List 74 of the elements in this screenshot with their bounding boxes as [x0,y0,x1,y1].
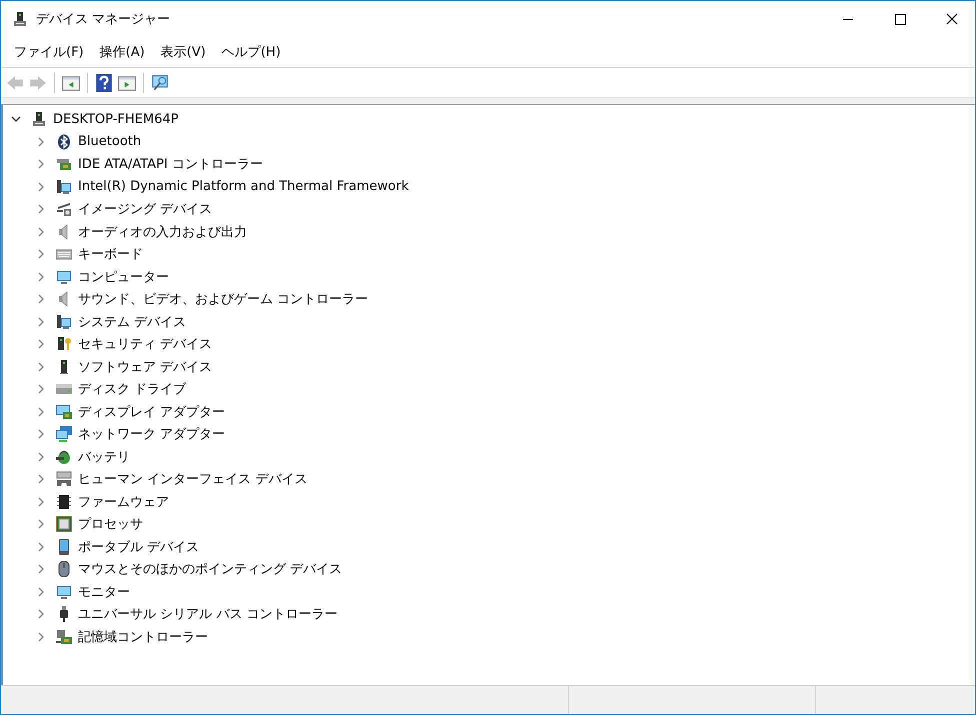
tablet-icon [56,538,72,555]
expand-chevron-icon[interactable] [36,609,46,620]
menu-item[interactable]: 表示(V) [154,43,213,61]
expand-chevron-icon[interactable] [36,339,46,350]
tree-item[interactable]: プロセッサ [78,515,143,534]
tree-item[interactable]: サウンド、ビデオ、およびゲーム コントローラー [78,290,368,308]
tree-item[interactable]: Intel(R) Dynamic Platform and Thermal Framework [78,179,409,194]
window-title: デバイス マネージャー [36,11,170,28]
menu-item[interactable]: ヘルプ(H) [214,43,288,61]
key-icon [56,336,72,352]
expand-chevron-icon[interactable] [36,586,46,597]
tree-item[interactable]: ディスク ドライブ [78,380,186,398]
tree-item[interactable]: DESKTOP-FHEM64P [53,112,178,127]
expand-chevron-icon[interactable] [36,362,46,372]
pane-icon[interactable] [62,74,80,92]
monitor-icon [56,584,72,600]
tree-item[interactable]: ポータブル デバイス [78,538,200,556]
help-icon[interactable] [95,74,113,92]
expand-chevron-icon[interactable] [36,406,46,417]
pane-icon[interactable] [118,74,136,92]
expand-chevron-icon[interactable] [36,519,46,530]
tree-item[interactable]: Bluetooth [78,134,142,150]
expand-chevron-icon[interactable] [36,226,46,237]
tree-item[interactable]: イメージング デバイス [78,200,212,218]
network-icon [56,426,72,442]
computer-icon [56,178,72,195]
expand-chevron-icon[interactable] [36,136,46,147]
computer-icon [56,314,72,330]
mouse-icon [56,561,72,578]
tree-item[interactable]: 記憶域コントローラー [78,628,208,646]
tree-item[interactable]: オーディオの入力および出力 [78,222,247,241]
tree-item[interactable]: キーボード [78,245,143,264]
tree-item[interactable]: ファームウェア [78,492,169,511]
tree-item[interactable]: システム デバイス [78,312,186,331]
drive-board-icon [56,156,72,172]
bluetooth-icon [56,134,72,150]
tree-item[interactable]: セキュリティ デバイス [78,335,212,354]
processor-icon [56,516,72,532]
tree-item[interactable]: IDE ATA/ATAPI コントローラー [78,155,263,174]
expand-chevron-icon[interactable] [36,452,46,462]
expand-chevron-icon[interactable] [36,429,46,440]
menu-item[interactable]: ファイル(F) [7,43,91,61]
expand-chevron-icon[interactable] [36,316,46,327]
menu-item[interactable]: 操作(A) [92,43,152,61]
expand-chevron-icon[interactable] [36,474,46,484]
tree-item[interactable]: コンピューター [78,268,169,286]
display-card-icon [56,404,72,420]
expand-chevron-icon[interactable] [36,542,46,552]
computer-icon [31,111,47,128]
storage-controller-icon [56,628,72,645]
tree-item[interactable]: バッテリ [78,448,130,466]
expand-chevron-icon[interactable] [36,204,46,214]
tree-item[interactable]: ネットワーク アダプター [78,425,226,444]
tree-item[interactable]: ヒューマン インターフェイス デバイス [78,470,308,488]
expand-chevron-icon[interactable] [36,182,46,192]
monitor-icon [56,268,72,285]
expand-chevron-icon[interactable] [36,496,46,507]
expand-chevron-icon[interactable] [36,632,46,642]
scan-monitor-icon[interactable] [151,74,169,92]
device-manager-icon [12,11,28,27]
tree-item[interactable]: ディスプレイ アダプター [78,402,226,421]
expand-chevron-icon[interactable] [36,249,46,260]
tree-item[interactable]: モニター [78,582,130,601]
tree-item[interactable]: マウスとそのほかのポインティング デバイス [78,560,342,578]
collapse-chevron-icon[interactable] [11,114,21,124]
chip-icon [56,494,72,510]
tree-item[interactable]: ソフトウェア デバイス [78,358,212,376]
expand-chevron-icon[interactable] [36,159,46,170]
expand-chevron-icon[interactable] [36,384,46,394]
expand-chevron-icon[interactable] [36,564,46,574]
expand-chevron-icon[interactable] [36,294,46,304]
tree-item[interactable]: ユニバーサル シリアル バス コントローラー [78,605,338,624]
camera-icon [56,201,72,218]
expand-chevron-icon[interactable] [36,272,46,282]
